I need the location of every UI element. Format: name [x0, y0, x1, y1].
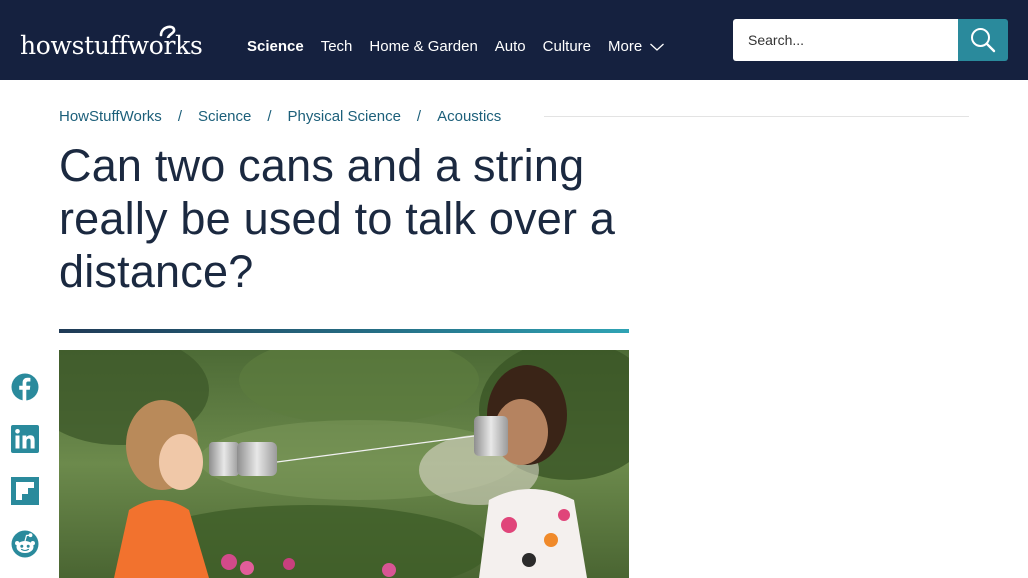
facebook-icon [11, 373, 39, 401]
share-linkedin-button[interactable] [11, 425, 39, 453]
share-reddit-button[interactable] [11, 530, 39, 558]
nav-item-culture[interactable]: Culture [543, 38, 591, 55]
nav-item-tech[interactable]: Tech [321, 38, 353, 55]
breadcrumb-item-acoustics[interactable]: Acoustics [437, 108, 501, 125]
breadcrumb: HowStuffWorks / Science / Physical Scien… [59, 106, 501, 126]
nav-more-menu[interactable]: More [608, 38, 665, 55]
search-input[interactable] [733, 19, 958, 61]
share-facebook-button[interactable] [11, 373, 39, 401]
search-button[interactable] [958, 19, 1008, 61]
title-underline-divider [59, 329, 629, 333]
breadcrumb-separator: / [416, 107, 422, 125]
breadcrumb-item-science[interactable]: Science [198, 108, 251, 125]
share-flipboard-button[interactable] [11, 477, 39, 505]
flipboard-icon [11, 477, 39, 505]
nav-more-label: More [608, 37, 643, 55]
breadcrumb-separator: / [267, 107, 272, 125]
nav-item-science[interactable]: Science [247, 38, 304, 55]
reddit-icon [11, 530, 39, 558]
nav-item-auto[interactable]: Auto [495, 38, 526, 55]
site-logo[interactable]: howstuffworks [20, 22, 216, 60]
article-hero-image [59, 350, 629, 578]
breadcrumb-separator: / [177, 107, 182, 125]
logo-wordmark: howstuffworks [20, 31, 203, 60]
article-title: Can two cans and a string really be used… [59, 140, 616, 297]
main-nav: Science Tech Home & Garden Auto Culture … [247, 36, 665, 56]
breadcrumb-item-home[interactable]: HowStuffWorks [59, 108, 162, 125]
breadcrumb-item-physical-science[interactable]: Physical Science [288, 108, 401, 125]
chevron-down-icon [650, 43, 665, 51]
nav-item-home-garden[interactable]: Home & Garden [369, 38, 477, 55]
breadcrumb-divider [544, 116, 969, 117]
linkedin-icon [11, 425, 39, 453]
search-icon [971, 28, 996, 53]
site-header: howstuffworks Science Tech Home & Garden… [0, 0, 1028, 80]
